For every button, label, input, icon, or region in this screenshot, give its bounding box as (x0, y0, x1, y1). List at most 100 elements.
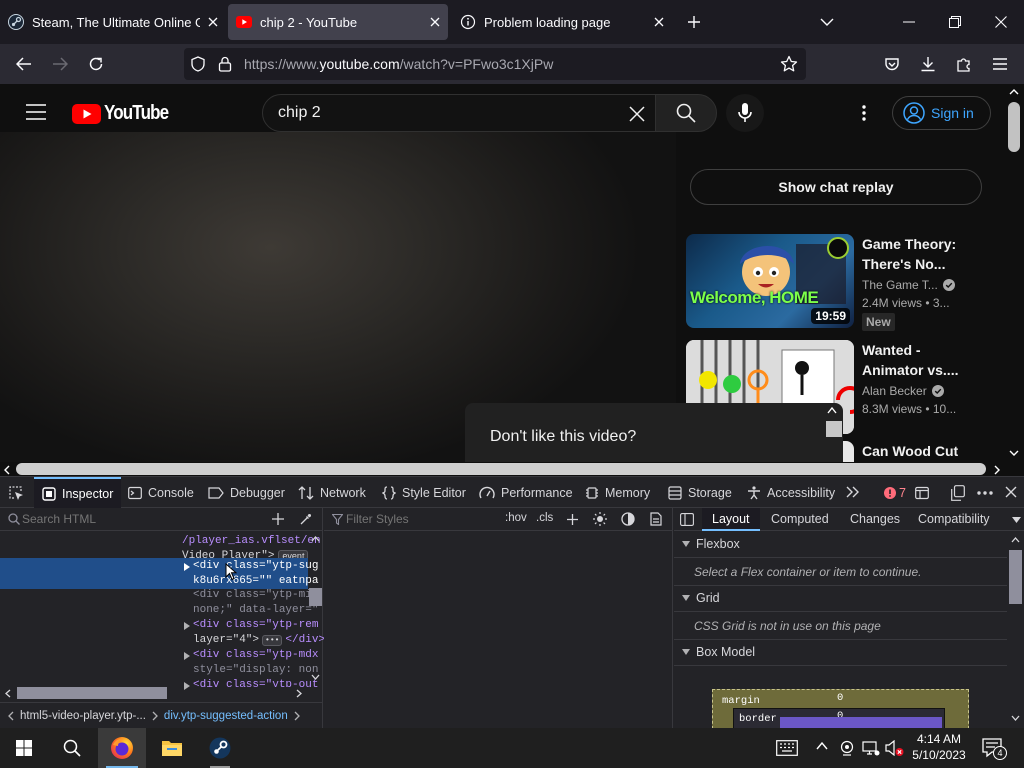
scroll-thumb[interactable] (826, 421, 842, 437)
tab-style-editor[interactable]: Style Editor (382, 477, 466, 508)
expand-triangle-icon[interactable] (184, 563, 190, 571)
scroll-thumb[interactable] (1009, 550, 1022, 604)
reload-button[interactable] (80, 48, 112, 80)
start-button[interactable] (0, 728, 48, 768)
scroll-down-icon[interactable] (1011, 715, 1020, 721)
video-title[interactable]: Can Wood Cut (862, 441, 972, 461)
close-devtools-icon[interactable] (1005, 486, 1017, 498)
url-bar[interactable]: https://www.youtube.com/watch?v=PFwo3c1X… (184, 48, 806, 80)
volume-muted-icon[interactable] (885, 740, 905, 756)
scroll-up-icon[interactable] (1011, 537, 1020, 543)
url-text[interactable]: https://www.youtube.com/watch?v=PFwo3c1X… (244, 56, 553, 72)
tab-performance[interactable]: Performance (479, 477, 573, 508)
margin-top-value[interactable]: 0 (837, 692, 843, 704)
toggle-sidebar-icon[interactable] (680, 513, 694, 526)
scroll-down-icon[interactable] (311, 674, 320, 680)
collapsed-content-badge[interactable]: ••• (262, 634, 283, 646)
list-all-tabs-button[interactable] (804, 0, 850, 44)
youtube-logo[interactable]: YouTube (72, 102, 180, 125)
taskbar-file-explorer[interactable] (148, 728, 196, 768)
tab-steam[interactable]: Steam, The Ultimate Online Game Platform (0, 4, 226, 40)
voice-search-button[interactable] (726, 94, 764, 132)
scroll-left-icon[interactable] (4, 465, 10, 475)
network-status-icon[interactable] (862, 740, 880, 756)
expand-triangle-icon[interactable] (184, 652, 190, 660)
selected-html-node[interactable]: <div class="ytp-sug k8u6rx665="" eatnpa (0, 558, 318, 589)
scroll-down-icon[interactable] (1009, 450, 1019, 456)
close-tab-icon[interactable] (208, 17, 218, 27)
error-count-badge[interactable]: 7 (884, 477, 906, 508)
scroll-left-icon[interactable] (5, 689, 11, 698)
scroll-up-icon[interactable] (1009, 89, 1019, 95)
eyedropper-icon[interactable] (300, 513, 312, 525)
pick-element-icon[interactable] (8, 485, 24, 501)
pocket-button[interactable] (876, 48, 908, 80)
grid-section-header[interactable]: Grid (674, 585, 1007, 612)
expand-triangle-icon[interactable] (184, 622, 190, 630)
markup-vertical-scrollbar[interactable] (308, 532, 323, 684)
breadcrumb-item[interactable]: html5-video-player.ytp-... (20, 710, 146, 722)
show-chat-replay-button[interactable]: Show chat replay (690, 169, 982, 205)
video-channel[interactable]: The Game T... (862, 278, 955, 292)
html-line[interactable]: <div class="ytp-mdx (193, 649, 318, 661)
downloads-button[interactable] (912, 48, 944, 80)
html-line[interactable]: <div class="ytp-rem (193, 619, 318, 631)
tab-compatibility[interactable]: Compatibility (918, 512, 990, 526)
close-window-button[interactable] (978, 0, 1024, 44)
close-tab-icon[interactable] (654, 17, 664, 27)
search-button[interactable] (655, 94, 717, 132)
responsive-design-icon[interactable] (915, 486, 929, 500)
tab-youtube[interactable]: chip 2 - YouTube (228, 4, 448, 40)
webcam-icon[interactable] (839, 740, 855, 756)
box-model-margin[interactable]: margin 0 border 0 (712, 689, 969, 729)
dark-theme-icon[interactable] (621, 512, 635, 526)
search-input[interactable]: chip 2 (262, 94, 656, 132)
chevron-right-icon[interactable] (294, 711, 300, 721)
guide-menu-icon[interactable] (26, 104, 46, 120)
layout-vertical-scrollbar[interactable] (1007, 532, 1024, 728)
shield-icon[interactable] (190, 56, 206, 72)
bookmark-star-icon[interactable] (780, 55, 798, 73)
tab-memory[interactable]: Memory (585, 477, 650, 508)
hover-state-toggle[interactable]: :hov (505, 512, 527, 524)
back-button[interactable] (8, 48, 40, 80)
keyboard-icon[interactable] (776, 740, 798, 756)
scroll-right-icon[interactable] (994, 465, 1000, 475)
box-model-section-header[interactable]: Box Model (674, 639, 1007, 666)
chevron-down-icon[interactable] (1012, 517, 1021, 523)
filter-styles-input[interactable] (346, 511, 506, 527)
more-options-icon[interactable] (977, 491, 993, 495)
taskbar-steam[interactable] (196, 728, 244, 768)
html-line[interactable]: <div class="ytp-min (193, 589, 318, 601)
html-line[interactable]: none;" data-layer=" (193, 604, 318, 616)
scroll-thumb[interactable] (1008, 102, 1020, 152)
video-thumbnail[interactable]: Welcome, HOME 19:59 (686, 234, 854, 328)
tab-accessibility[interactable]: Accessibility (747, 477, 835, 508)
notifications-button[interactable]: 4 (982, 738, 1007, 760)
video-title[interactable]: Wanted - Animator vs.... (862, 340, 972, 380)
print-media-icon[interactable] (650, 512, 662, 526)
search-button[interactable] (48, 728, 96, 768)
taskbar-firefox[interactable] (98, 728, 146, 768)
forward-button[interactable] (44, 48, 76, 80)
chevron-left-icon[interactable] (8, 711, 14, 721)
tab-computed[interactable]: Computed (771, 512, 829, 526)
video-channel[interactable]: Alan Becker (862, 384, 944, 398)
clear-search-icon[interactable] (629, 106, 645, 122)
add-node-icon[interactable] (272, 513, 284, 525)
tab-layout[interactable]: Layout (702, 508, 760, 531)
search-html-input[interactable] (22, 511, 252, 527)
tab-console[interactable]: Console (128, 477, 194, 508)
extensions-button[interactable] (948, 48, 980, 80)
sign-in-button[interactable]: Sign in (892, 96, 991, 130)
scroll-thumb[interactable] (16, 463, 986, 475)
chevron-up-icon[interactable] (816, 742, 828, 750)
tab-inspector[interactable]: Inspector (34, 477, 122, 508)
page-horizontal-scrollbar[interactable] (0, 462, 1004, 476)
add-rule-icon[interactable] (567, 514, 578, 525)
dock-side-icon[interactable] (951, 485, 965, 501)
restore-button[interactable] (932, 0, 978, 44)
tab-changes[interactable]: Changes (850, 512, 900, 526)
tab-problem-loading[interactable]: Problem loading page (452, 4, 672, 40)
box-model-border[interactable]: border 0 (733, 708, 945, 728)
